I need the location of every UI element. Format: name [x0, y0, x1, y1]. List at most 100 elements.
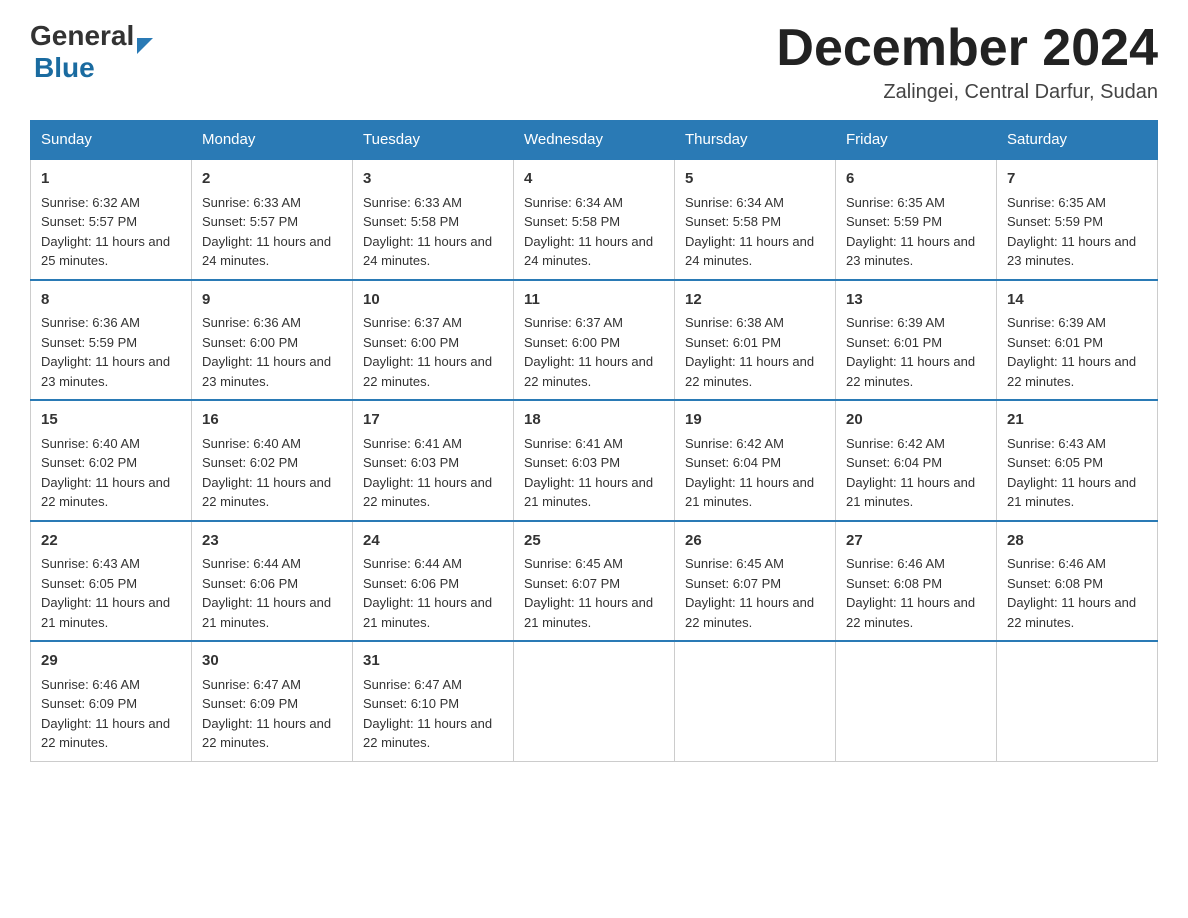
- day-number: 31: [363, 650, 503, 673]
- day-number: 17: [363, 409, 503, 432]
- day-info: Sunrise: 6:41 AMSunset: 6:03 PMDaylight:…: [363, 434, 503, 512]
- table-row: 4Sunrise: 6:34 AMSunset: 5:58 PMDaylight…: [514, 159, 675, 280]
- day-number: 1: [41, 168, 181, 191]
- table-row: 10Sunrise: 6:37 AMSunset: 6:00 PMDayligh…: [353, 280, 514, 401]
- day-info: Sunrise: 6:34 AMSunset: 5:58 PMDaylight:…: [524, 193, 664, 271]
- table-row: [836, 641, 997, 761]
- table-row: 23Sunrise: 6:44 AMSunset: 6:06 PMDayligh…: [192, 521, 353, 642]
- day-number: 7: [1007, 168, 1147, 191]
- day-number: 16: [202, 409, 342, 432]
- day-number: 19: [685, 409, 825, 432]
- col-saturday: Saturday: [997, 121, 1158, 160]
- day-info: Sunrise: 6:43 AMSunset: 6:05 PMDaylight:…: [1007, 434, 1147, 512]
- calendar-week-row: 22Sunrise: 6:43 AMSunset: 6:05 PMDayligh…: [31, 521, 1158, 642]
- day-info: Sunrise: 6:45 AMSunset: 6:07 PMDaylight:…: [685, 554, 825, 632]
- day-info: Sunrise: 6:37 AMSunset: 6:00 PMDaylight:…: [524, 313, 664, 391]
- col-tuesday: Tuesday: [353, 121, 514, 160]
- day-info: Sunrise: 6:42 AMSunset: 6:04 PMDaylight:…: [685, 434, 825, 512]
- day-number: 24: [363, 530, 503, 553]
- table-row: 3Sunrise: 6:33 AMSunset: 5:58 PMDaylight…: [353, 159, 514, 280]
- day-number: 10: [363, 289, 503, 312]
- day-number: 9: [202, 289, 342, 312]
- day-info: Sunrise: 6:45 AMSunset: 6:07 PMDaylight:…: [524, 554, 664, 632]
- table-row: 11Sunrise: 6:37 AMSunset: 6:00 PMDayligh…: [514, 280, 675, 401]
- day-info: Sunrise: 6:43 AMSunset: 6:05 PMDaylight:…: [41, 554, 181, 632]
- day-info: Sunrise: 6:42 AMSunset: 6:04 PMDaylight:…: [846, 434, 986, 512]
- table-row: 14Sunrise: 6:39 AMSunset: 6:01 PMDayligh…: [997, 280, 1158, 401]
- table-row: 12Sunrise: 6:38 AMSunset: 6:01 PMDayligh…: [675, 280, 836, 401]
- day-info: Sunrise: 6:34 AMSunset: 5:58 PMDaylight:…: [685, 193, 825, 271]
- day-info: Sunrise: 6:47 AMSunset: 6:10 PMDaylight:…: [363, 675, 503, 753]
- day-number: 14: [1007, 289, 1147, 312]
- day-number: 13: [846, 289, 986, 312]
- table-row: 31Sunrise: 6:47 AMSunset: 6:10 PMDayligh…: [353, 641, 514, 761]
- table-row: 26Sunrise: 6:45 AMSunset: 6:07 PMDayligh…: [675, 521, 836, 642]
- table-row: 21Sunrise: 6:43 AMSunset: 6:05 PMDayligh…: [997, 400, 1158, 521]
- calendar-week-row: 1Sunrise: 6:32 AMSunset: 5:57 PMDaylight…: [31, 159, 1158, 280]
- day-info: Sunrise: 6:39 AMSunset: 6:01 PMDaylight:…: [1007, 313, 1147, 391]
- table-row: 27Sunrise: 6:46 AMSunset: 6:08 PMDayligh…: [836, 521, 997, 642]
- table-row: [675, 641, 836, 761]
- col-sunday: Sunday: [31, 121, 192, 160]
- table-row: 2Sunrise: 6:33 AMSunset: 5:57 PMDaylight…: [192, 159, 353, 280]
- logo-general-text: General: [30, 20, 134, 52]
- day-info: Sunrise: 6:46 AMSunset: 6:08 PMDaylight:…: [1007, 554, 1147, 632]
- day-info: Sunrise: 6:33 AMSunset: 5:57 PMDaylight:…: [202, 193, 342, 271]
- table-row: 8Sunrise: 6:36 AMSunset: 5:59 PMDaylight…: [31, 280, 192, 401]
- calendar-week-row: 8Sunrise: 6:36 AMSunset: 5:59 PMDaylight…: [31, 280, 1158, 401]
- table-row: 15Sunrise: 6:40 AMSunset: 6:02 PMDayligh…: [31, 400, 192, 521]
- table-row: 18Sunrise: 6:41 AMSunset: 6:03 PMDayligh…: [514, 400, 675, 521]
- table-row: [514, 641, 675, 761]
- day-number: 18: [524, 409, 664, 432]
- day-number: 21: [1007, 409, 1147, 432]
- calendar-week-row: 29Sunrise: 6:46 AMSunset: 6:09 PMDayligh…: [31, 641, 1158, 761]
- col-friday: Friday: [836, 121, 997, 160]
- col-monday: Monday: [192, 121, 353, 160]
- day-info: Sunrise: 6:39 AMSunset: 6:01 PMDaylight:…: [846, 313, 986, 391]
- day-number: 29: [41, 650, 181, 673]
- day-info: Sunrise: 6:47 AMSunset: 6:09 PMDaylight:…: [202, 675, 342, 753]
- day-number: 22: [41, 530, 181, 553]
- day-number: 5: [685, 168, 825, 191]
- day-number: 4: [524, 168, 664, 191]
- table-row: 5Sunrise: 6:34 AMSunset: 5:58 PMDaylight…: [675, 159, 836, 280]
- day-number: 2: [202, 168, 342, 191]
- day-number: 28: [1007, 530, 1147, 553]
- table-row: 24Sunrise: 6:44 AMSunset: 6:06 PMDayligh…: [353, 521, 514, 642]
- calendar-table: Sunday Monday Tuesday Wednesday Thursday…: [30, 120, 1158, 762]
- day-info: Sunrise: 6:46 AMSunset: 6:08 PMDaylight:…: [846, 554, 986, 632]
- table-row: 9Sunrise: 6:36 AMSunset: 6:00 PMDaylight…: [192, 280, 353, 401]
- logo-blue-text: Blue: [34, 52, 153, 84]
- day-number: 27: [846, 530, 986, 553]
- logo: General Blue: [30, 20, 153, 84]
- col-thursday: Thursday: [675, 121, 836, 160]
- day-info: Sunrise: 6:38 AMSunset: 6:01 PMDaylight:…: [685, 313, 825, 391]
- day-info: Sunrise: 6:35 AMSunset: 5:59 PMDaylight:…: [846, 193, 986, 271]
- day-info: Sunrise: 6:37 AMSunset: 6:00 PMDaylight:…: [363, 313, 503, 391]
- table-row: 29Sunrise: 6:46 AMSunset: 6:09 PMDayligh…: [31, 641, 192, 761]
- table-row: 6Sunrise: 6:35 AMSunset: 5:59 PMDaylight…: [836, 159, 997, 280]
- day-info: Sunrise: 6:33 AMSunset: 5:58 PMDaylight:…: [363, 193, 503, 271]
- day-number: 15: [41, 409, 181, 432]
- title-area: December 2024 Zalingei, Central Darfur, …: [776, 20, 1158, 104]
- table-row: 20Sunrise: 6:42 AMSunset: 6:04 PMDayligh…: [836, 400, 997, 521]
- day-number: 20: [846, 409, 986, 432]
- day-info: Sunrise: 6:44 AMSunset: 6:06 PMDaylight:…: [202, 554, 342, 632]
- day-info: Sunrise: 6:36 AMSunset: 6:00 PMDaylight:…: [202, 313, 342, 391]
- calendar-header-row: Sunday Monday Tuesday Wednesday Thursday…: [31, 121, 1158, 160]
- table-row: 7Sunrise: 6:35 AMSunset: 5:59 PMDaylight…: [997, 159, 1158, 280]
- table-row: 28Sunrise: 6:46 AMSunset: 6:08 PMDayligh…: [997, 521, 1158, 642]
- day-info: Sunrise: 6:32 AMSunset: 5:57 PMDaylight:…: [41, 193, 181, 271]
- day-number: 26: [685, 530, 825, 553]
- day-number: 23: [202, 530, 342, 553]
- day-info: Sunrise: 6:40 AMSunset: 6:02 PMDaylight:…: [202, 434, 342, 512]
- table-row: [997, 641, 1158, 761]
- page-header: General Blue December 2024 Zalingei, Cen…: [30, 20, 1158, 104]
- table-row: 25Sunrise: 6:45 AMSunset: 6:07 PMDayligh…: [514, 521, 675, 642]
- location-subtitle: Zalingei, Central Darfur, Sudan: [776, 81, 1158, 104]
- table-row: 17Sunrise: 6:41 AMSunset: 6:03 PMDayligh…: [353, 400, 514, 521]
- table-row: 19Sunrise: 6:42 AMSunset: 6:04 PMDayligh…: [675, 400, 836, 521]
- day-number: 12: [685, 289, 825, 312]
- month-title: December 2024: [776, 20, 1158, 77]
- day-info: Sunrise: 6:36 AMSunset: 5:59 PMDaylight:…: [41, 313, 181, 391]
